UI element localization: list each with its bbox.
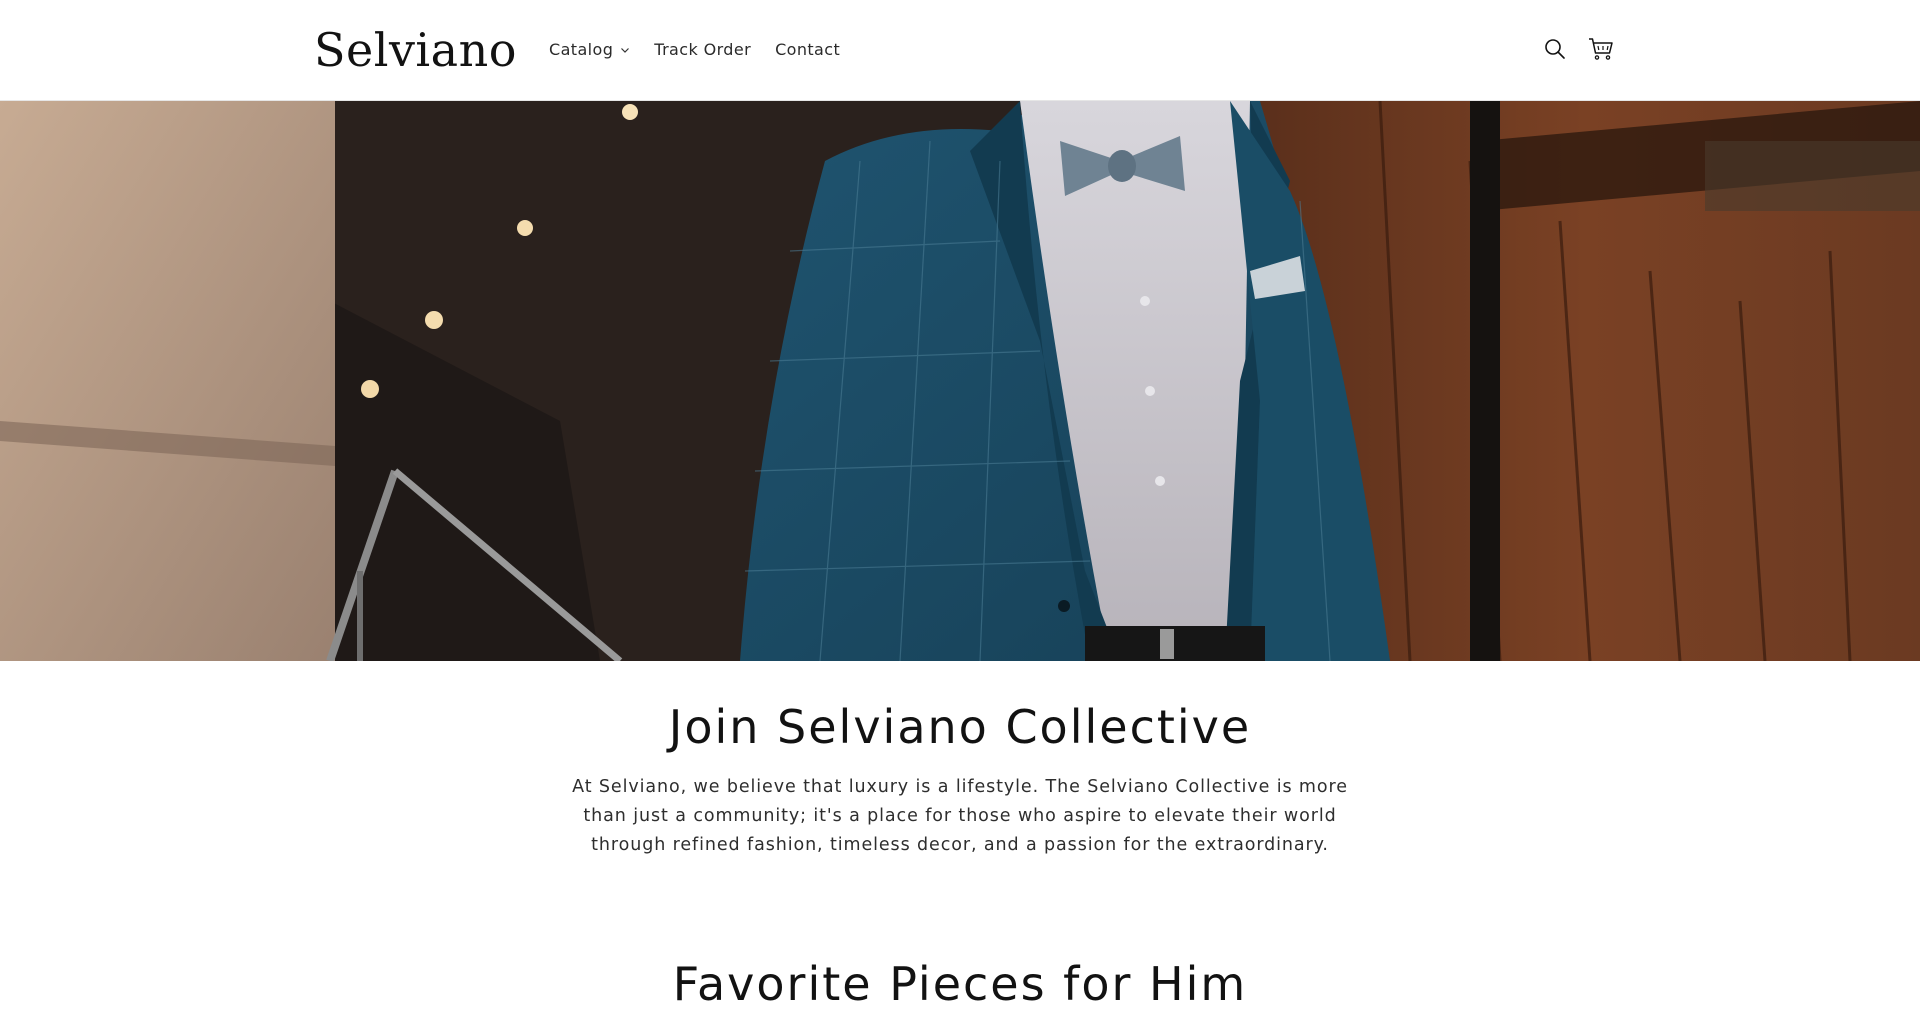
search-button[interactable] [1542,36,1568,62]
favorites-section: Favorite Pieces for Him [0,956,1920,1012]
nav-item-contact[interactable]: Contact [775,37,840,63]
chevron-down-icon [621,48,630,53]
cart-button[interactable] [1588,36,1614,62]
site-logo[interactable]: Selviano [314,20,517,80]
cart-icon [1589,38,1613,60]
favorites-title: Favorite Pieces for Him [672,957,1248,1011]
nav-item-label: Track Order [654,40,752,59]
collective-section: Join Selviano Collective At Selviano, we… [0,661,1920,860]
main-nav: Catalog Track Order Contact [549,37,864,63]
search-icon [1545,39,1565,59]
nav-item-catalog[interactable]: Catalog [549,37,630,63]
hero-image [0,101,1920,661]
header-icons [1542,36,1614,62]
site-header: Selviano Catalog Track Order Contact [0,0,1920,101]
nav-item-label: Contact [775,40,841,59]
collective-description: At Selviano, we believe that luxury is a… [572,777,1348,855]
hero-banner [0,101,1920,661]
collective-title: Join Selviano Collective [668,700,1252,754]
nav-item-label: Catalog [549,40,614,59]
nav-item-track-order[interactable]: Track Order [654,37,751,63]
